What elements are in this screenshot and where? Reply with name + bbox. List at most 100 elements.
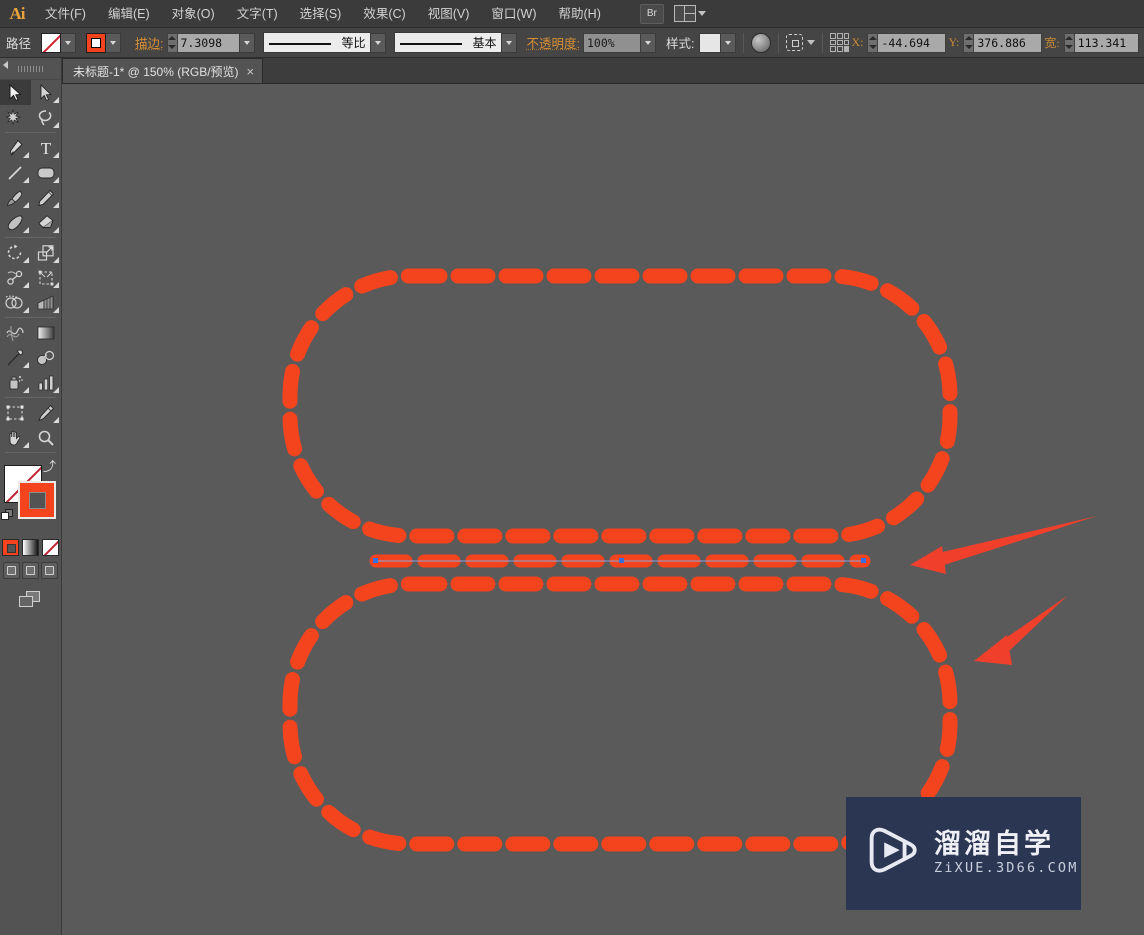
slice-tool[interactable] bbox=[31, 400, 62, 425]
eyedropper-tool[interactable] bbox=[0, 345, 31, 370]
tool-group-indicator-icon bbox=[53, 177, 59, 183]
chevron-down-icon bbox=[725, 40, 732, 45]
shape-builder-tool[interactable] bbox=[0, 290, 31, 315]
transform-panel-button[interactable] bbox=[786, 34, 816, 51]
stroke-weight-label[interactable]: 描边: bbox=[135, 33, 163, 52]
symbol-sprayer-tool[interactable] bbox=[0, 370, 31, 395]
line-segment-tool[interactable] bbox=[0, 160, 31, 185]
fill-dropdown-button[interactable] bbox=[61, 32, 77, 53]
stroke-swatch[interactable] bbox=[86, 32, 107, 53]
dashed-rounded-rect-top[interactable] bbox=[282, 268, 958, 544]
y-coordinate-input[interactable]: 376.886 bbox=[974, 32, 1043, 53]
mesh-tool[interactable] bbox=[0, 320, 31, 345]
gradient-tool[interactable] bbox=[31, 320, 62, 345]
reference-point-grid[interactable] bbox=[830, 33, 850, 52]
graphic-style-dropdown-button[interactable] bbox=[721, 32, 737, 53]
width-stepper[interactable] bbox=[1063, 32, 1075, 53]
direct-selection-tool[interactable] bbox=[31, 80, 62, 105]
paintbrush-tool[interactable] bbox=[0, 185, 31, 210]
x-coordinate-stepper[interactable] bbox=[867, 32, 879, 53]
fill-swatch[interactable] bbox=[41, 32, 62, 53]
opacity-dropdown-button[interactable] bbox=[640, 32, 656, 53]
menu-type[interactable]: 文字(T) bbox=[226, 0, 289, 28]
tool-group-indicator-icon bbox=[53, 202, 59, 208]
tool-divider bbox=[5, 317, 56, 318]
stroke-weight-input[interactable]: 7.3098 bbox=[177, 32, 240, 53]
fill-control[interactable] bbox=[41, 32, 77, 53]
menu-help[interactable]: 帮助(H) bbox=[548, 0, 612, 28]
default-fill-stroke-icon[interactable] bbox=[1, 509, 15, 523]
anchor-point[interactable] bbox=[619, 558, 624, 563]
blob-brush-tool[interactable] bbox=[0, 210, 31, 235]
artboard-tool[interactable] bbox=[0, 400, 31, 425]
change-screen-mode-icon[interactable] bbox=[18, 591, 43, 609]
document-tab[interactable]: 未标题-1* @ 150% (RGB/预览) × bbox=[62, 58, 264, 83]
draw-normal-icon[interactable] bbox=[3, 562, 20, 579]
document-setup-icon[interactable] bbox=[751, 32, 772, 53]
document-tab-title: 未标题-1* @ 150% (RGB/预览) bbox=[73, 64, 239, 79]
stroke-color-swatch[interactable] bbox=[18, 481, 56, 519]
chevron-down-icon bbox=[505, 40, 512, 45]
zoom-tool[interactable] bbox=[31, 425, 62, 450]
draw-behind-icon[interactable] bbox=[22, 562, 39, 579]
close-icon[interactable]: × bbox=[247, 65, 255, 78]
eraser-tool[interactable] bbox=[31, 210, 62, 235]
color-mode-gradient[interactable] bbox=[22, 539, 39, 556]
pen-tool[interactable] bbox=[0, 135, 31, 160]
lasso-tool[interactable] bbox=[31, 105, 62, 130]
opacity-input[interactable]: 100% bbox=[582, 32, 641, 53]
menu-edit[interactable]: 编辑(E) bbox=[97, 0, 161, 28]
stroke-profile-control[interactable]: 等比 bbox=[262, 32, 386, 53]
opacity-label[interactable]: 不透明度: bbox=[527, 33, 580, 52]
menu-file[interactable]: 文件(F) bbox=[34, 0, 97, 28]
stroke-weight-stepper[interactable] bbox=[166, 32, 178, 53]
tool-group-indicator-icon bbox=[22, 362, 29, 368]
tools-panel-header[interactable] bbox=[0, 58, 61, 80]
stroke-profile-dropdown-button[interactable] bbox=[370, 32, 386, 53]
brush-definition-value[interactable]: 基本 bbox=[393, 32, 502, 53]
menu-window[interactable]: 窗口(W) bbox=[480, 0, 547, 28]
tool-group-indicator-icon bbox=[53, 307, 59, 313]
width-input[interactable]: 113.341 bbox=[1074, 32, 1139, 53]
width-tool[interactable] bbox=[0, 265, 31, 290]
scale-tool[interactable] bbox=[31, 240, 62, 265]
swap-fill-stroke-icon[interactable]: ⤴ bbox=[43, 460, 56, 473]
x-coordinate-input[interactable]: -44.694 bbox=[878, 32, 947, 53]
menu-select[interactable]: 选择(S) bbox=[289, 0, 353, 28]
stroke-control[interactable] bbox=[86, 32, 122, 53]
annotation-arrow-lower bbox=[974, 596, 1067, 665]
menu-object[interactable]: 对象(O) bbox=[161, 0, 226, 28]
rotate-tool[interactable] bbox=[0, 240, 31, 265]
brush-definition-control[interactable]: 基本 bbox=[393, 32, 517, 53]
stroke-profile-value[interactable]: 等比 bbox=[262, 32, 371, 53]
canvas-area[interactable]: 溜溜自学 ZiXUE.3D66.COM bbox=[62, 84, 1144, 935]
hand-tool[interactable] bbox=[0, 425, 31, 450]
y-coordinate-stepper[interactable] bbox=[963, 32, 975, 53]
brush-definition-dropdown-button[interactable] bbox=[501, 32, 517, 53]
rounded-rectangle-tool[interactable] bbox=[31, 160, 62, 185]
collapse-panel-icon[interactable] bbox=[3, 61, 8, 69]
menu-view[interactable]: 视图(V) bbox=[417, 0, 481, 28]
color-mode-color[interactable] bbox=[2, 539, 19, 556]
magic-wand-tool[interactable] bbox=[0, 105, 31, 130]
blend-tool[interactable] bbox=[31, 345, 62, 370]
anchor-point[interactable] bbox=[861, 558, 866, 563]
stroke-weight-dropdown-button[interactable] bbox=[239, 32, 255, 53]
stroke-dropdown-button[interactable] bbox=[106, 32, 122, 53]
perspective-grid-tool[interactable] bbox=[31, 290, 62, 315]
column-graph-tool[interactable] bbox=[31, 370, 62, 395]
draw-inside-icon[interactable] bbox=[41, 562, 58, 579]
anchor-point[interactable] bbox=[373, 558, 378, 563]
selection-tool[interactable] bbox=[0, 80, 31, 105]
graphic-style-swatch[interactable] bbox=[699, 32, 722, 53]
pencil-tool[interactable] bbox=[31, 185, 62, 210]
free-transform-tool[interactable] bbox=[31, 265, 62, 290]
watermark-logo: 溜溜自学 ZiXUE.3D66.COM bbox=[846, 797, 1081, 910]
color-mode-none[interactable] bbox=[42, 539, 59, 556]
type-tool[interactable]: T bbox=[31, 135, 62, 160]
panel-drag-handle[interactable] bbox=[17, 65, 44, 72]
bridge-button[interactable]: Br bbox=[639, 3, 664, 24]
chevron-down-icon bbox=[644, 40, 651, 45]
arrange-documents-button[interactable] bbox=[673, 5, 706, 22]
menu-effect[interactable]: 效果(C) bbox=[352, 0, 416, 28]
